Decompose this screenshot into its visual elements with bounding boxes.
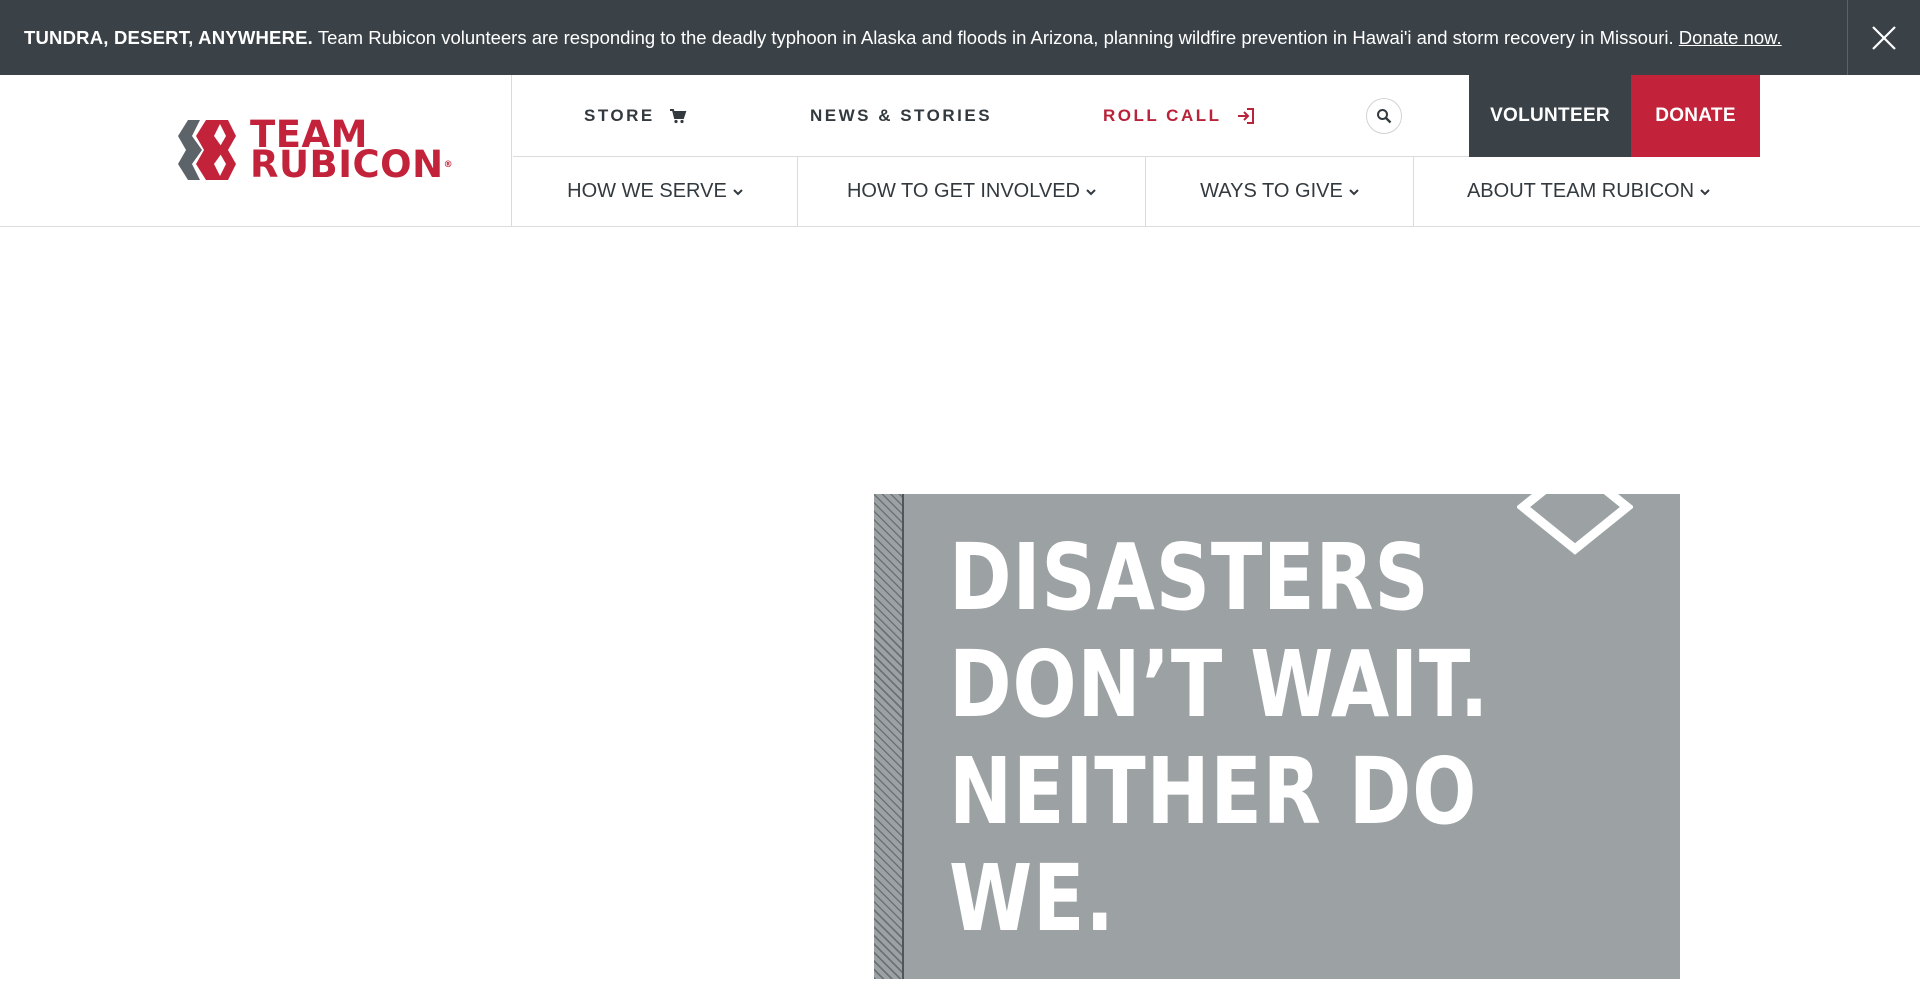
- hero-card: DISASTERS DON’T WAIT. NEITHER DO WE.: [874, 494, 1680, 979]
- nav-about-team-rubicon-label: ABOUT TEAM RUBICON: [1466, 180, 1695, 202]
- site-header: TEAM RUBICON® STORE NEWS & STORIES ROLL …: [0, 75, 1920, 227]
- utility-nav: STORE NEWS & STORIES ROLL CALL: [513, 75, 1470, 157]
- news-stories-label: NEWS & STORIES: [810, 106, 993, 125]
- search-icon: [1377, 109, 1392, 124]
- chevron-down-icon: [1349, 188, 1359, 195]
- nav-ways-to-give[interactable]: WAYS TO GIVE: [1146, 157, 1414, 226]
- roll-call-link[interactable]: ROLL CALL: [1103, 106, 1256, 126]
- main-nav: HOW WE SERVE HOW TO GET INVOLVED WAYS TO…: [513, 157, 1920, 226]
- alert-banner: TUNDRA, DESERT, ANYWHERE. Team Rubicon v…: [0, 0, 1920, 75]
- rubicon-mark-icon: [178, 120, 236, 180]
- nav-how-we-serve-label: HOW WE SERVE: [567, 180, 727, 202]
- login-icon: [1237, 108, 1254, 124]
- chevron-down-icon: [1086, 188, 1096, 195]
- news-stories-link[interactable]: NEWS & STORIES: [810, 106, 992, 126]
- nav-ways-to-give-label: WAYS TO GIVE: [1200, 180, 1343, 202]
- logo-wordmark: TEAM RUBICON®: [250, 116, 454, 183]
- close-banner-button[interactable]: [1847, 0, 1920, 75]
- alert-text: TUNDRA, DESERT, ANYWHERE. Team Rubicon v…: [0, 27, 1920, 49]
- hero-line-2: DON’T WAIT.: [949, 631, 1490, 738]
- store-label: STORE: [584, 106, 655, 125]
- nav-how-to-get-involved[interactable]: HOW TO GET INVOLVED: [798, 157, 1146, 226]
- hero-line-4: WE.: [949, 845, 1115, 952]
- hero-line-3: NEITHER DO: [949, 738, 1478, 845]
- logo-line-rubicon: RUBICON®: [250, 146, 454, 183]
- chevron-down-icon: [733, 188, 743, 195]
- logo-registered-mark: ®: [443, 160, 454, 170]
- hero-hatched-stripe: [874, 494, 904, 979]
- nav-how-to-get-involved-label: HOW TO GET INVOLVED: [846, 180, 1080, 202]
- alert-donate-link[interactable]: Donate now.: [1679, 27, 1782, 48]
- cart-icon: [669, 109, 687, 124]
- chevron-down-icon: [1700, 188, 1710, 195]
- alert-headline: TUNDRA, DESERT, ANYWHERE.: [24, 26, 314, 48]
- close-icon: [1872, 25, 1896, 50]
- nav-how-we-serve[interactable]: HOW WE SERVE: [513, 157, 798, 226]
- logo-area: TEAM RUBICON®: [0, 75, 512, 226]
- hero-headline: DISASTERS DON’T WAIT. NEITHER DO WE.: [949, 524, 1490, 952]
- nav-about-team-rubicon[interactable]: ABOUT TEAM RUBICON: [1414, 157, 1763, 226]
- search-button[interactable]: [1366, 98, 1402, 134]
- diamond-outline-icon: [1517, 494, 1633, 555]
- logo-rubicon-text: RUBICON: [250, 143, 444, 186]
- alert-message: Team Rubicon volunteers are responding t…: [313, 26, 1679, 48]
- team-rubicon-logo[interactable]: TEAM RUBICON®: [178, 116, 454, 183]
- roll-call-label: ROLL CALL: [1103, 106, 1222, 125]
- store-link[interactable]: STORE: [584, 106, 687, 126]
- donate-button[interactable]: DONATE: [1631, 75, 1760, 157]
- hero-line-1: DISASTERS: [949, 524, 1430, 631]
- volunteer-button[interactable]: VOLUNTEER: [1469, 75, 1631, 157]
